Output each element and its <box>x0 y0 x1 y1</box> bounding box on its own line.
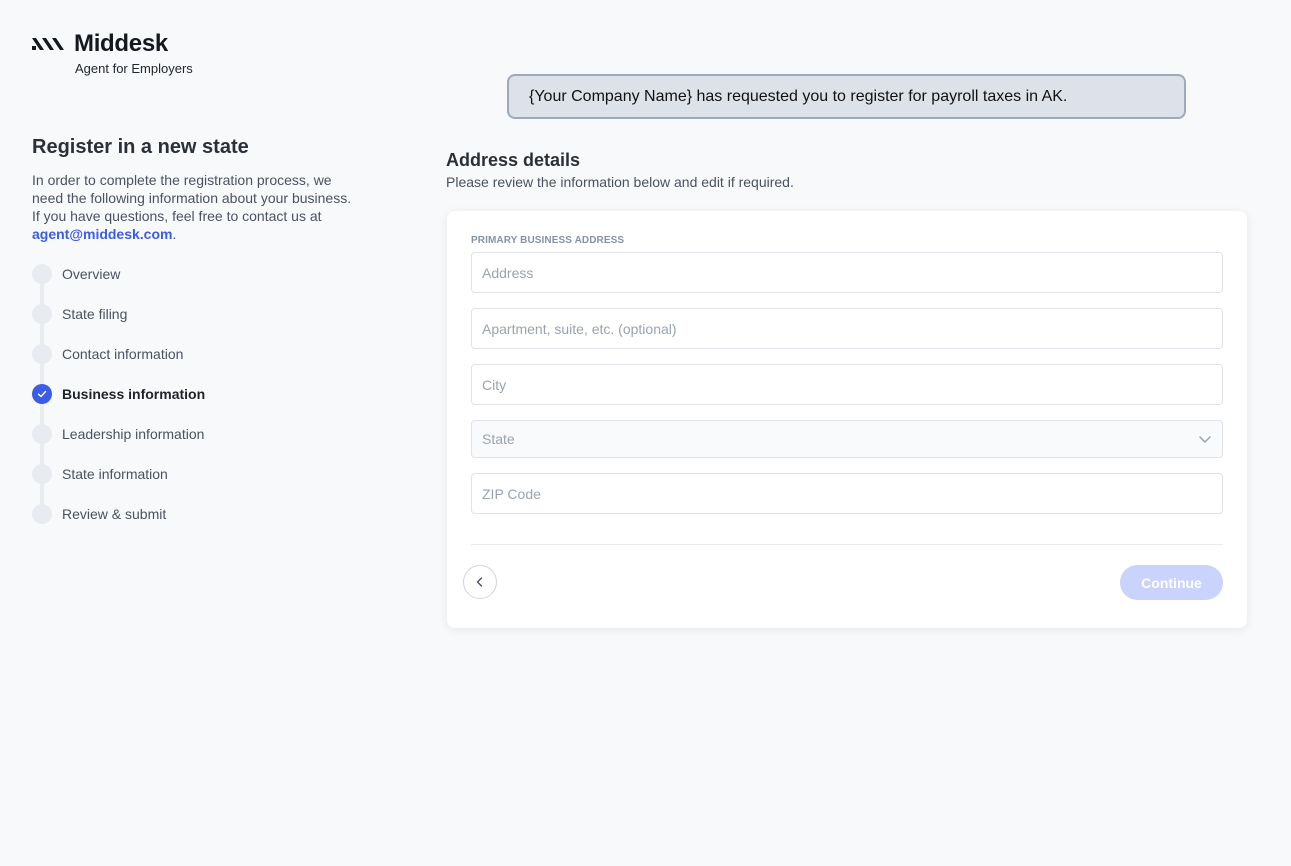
address-form-card: PRIMARY BUSINESS ADDRESS State Continue <box>447 211 1247 628</box>
chevron-left-icon <box>476 577 483 587</box>
step-label: State filing <box>62 306 128 322</box>
section-header: Address details Please review the inform… <box>446 150 794 190</box>
step-state-information[interactable]: State information <box>32 464 332 504</box>
city-input[interactable] <box>471 364 1223 405</box>
request-banner: {Your Company Name} has requested you to… <box>507 74 1186 119</box>
checkmark-icon <box>32 384 52 404</box>
step-dot <box>32 264 52 284</box>
step-dot <box>32 464 52 484</box>
step-label: State information <box>62 466 168 482</box>
sidebar-intro: In order to complete the registration pr… <box>32 171 362 243</box>
intro-text: In order to complete the registration pr… <box>32 172 352 224</box>
step-dot <box>32 504 52 524</box>
step-state-filing[interactable]: State filing <box>32 304 332 344</box>
sidebar-title: Register in a new state <box>32 136 249 158</box>
contact-email-link[interactable]: agent@middesk.com <box>32 226 172 242</box>
step-dot <box>32 424 52 444</box>
apartment-input[interactable] <box>471 308 1223 349</box>
state-select[interactable]: State <box>471 420 1223 458</box>
step-leadership-information[interactable]: Leadership information <box>32 424 332 464</box>
page-subtitle: Please review the information below and … <box>446 174 794 190</box>
chevron-down-icon <box>1199 436 1211 443</box>
step-review-submit[interactable]: Review & submit <box>32 504 332 544</box>
progress-steps: Overview State filing Contact informatio… <box>32 264 332 544</box>
page-title: Address details <box>446 150 581 170</box>
section-label: PRIMARY BUSINESS ADDRESS <box>471 235 625 246</box>
step-dot <box>32 304 52 324</box>
zip-code-input[interactable] <box>471 473 1223 514</box>
step-label: Leadership information <box>62 426 205 442</box>
step-label: Overview <box>62 266 121 282</box>
sidebar: Register in a new state In order to comp… <box>32 136 362 243</box>
continue-button[interactable]: Continue <box>1120 565 1223 600</box>
step-overview[interactable]: Overview <box>32 264 332 304</box>
step-label: Contact information <box>62 346 184 362</box>
step-dot <box>32 344 52 364</box>
back-button[interactable] <box>463 565 497 599</box>
step-label: Business information <box>62 386 206 402</box>
middesk-logo-icon <box>32 38 64 50</box>
intro-end: . <box>172 226 177 242</box>
address-input[interactable] <box>471 252 1223 293</box>
brand-name: Middesk <box>74 30 168 57</box>
form-divider <box>471 544 1223 545</box>
brand-subtitle: Agent for Employers <box>75 61 193 76</box>
brand-logo: Middesk Agent for Employers <box>32 30 193 76</box>
step-business-information[interactable]: Business information <box>32 384 332 424</box>
step-label: Review & submit <box>62 506 167 522</box>
state-select-placeholder: State <box>482 431 515 447</box>
step-contact-information[interactable]: Contact information <box>32 344 332 384</box>
